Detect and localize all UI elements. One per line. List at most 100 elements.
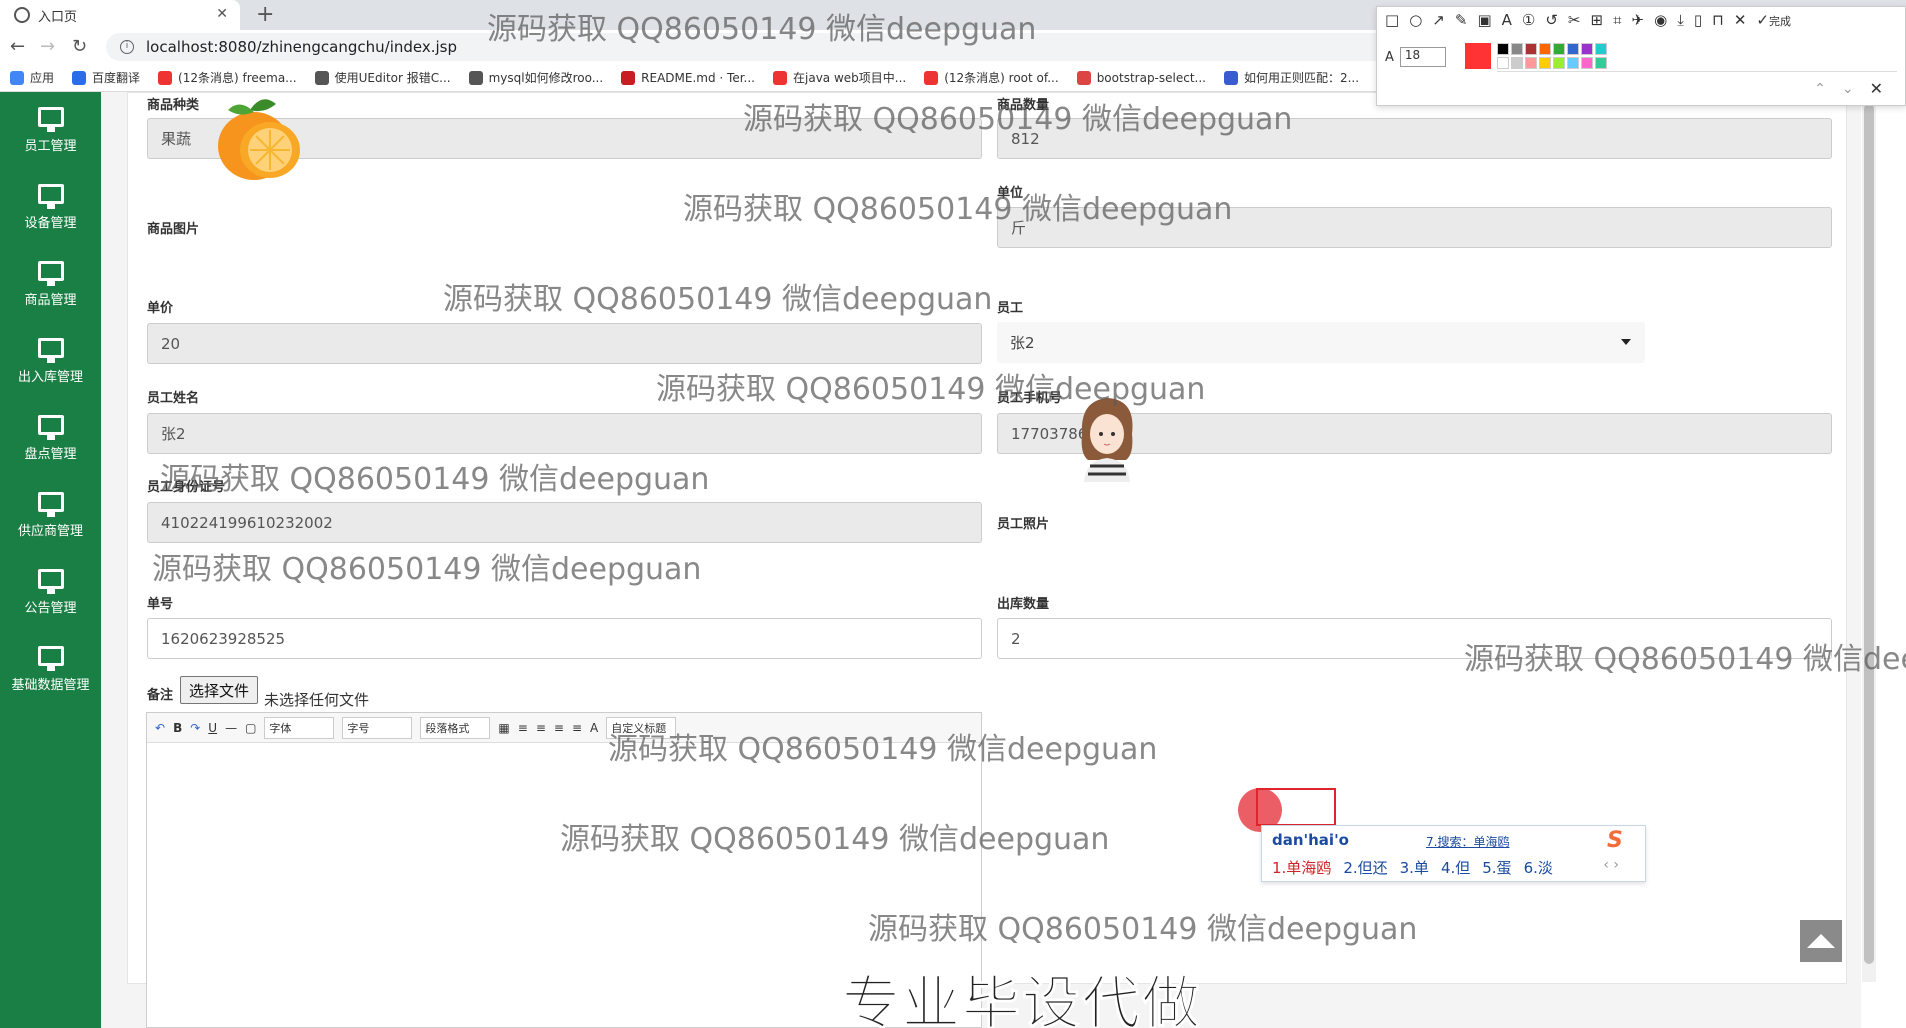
choose-file-button[interactable]: 选择文件 [180, 676, 259, 704]
page-icon[interactable]: ▢ [245, 721, 256, 735]
color-swatch[interactable] [1553, 43, 1565, 55]
text-tool-icon[interactable]: A [1502, 11, 1512, 29]
download-icon[interactable]: ⤓ [1677, 11, 1684, 29]
color-swatch[interactable] [1497, 43, 1509, 55]
sidebar-item[interactable]: 商品管理 [0, 246, 101, 323]
bookmark-item[interactable]: 使用UEditor 报错C... [314, 69, 451, 86]
monitor-icon [37, 492, 64, 517]
undo-icon[interactable]: ↶ [155, 721, 165, 735]
mosaic-icon[interactable]: ▣ [1477, 11, 1491, 29]
color-swatch[interactable] [1581, 43, 1593, 55]
bookmark-item[interactable]: (12条消息) freema... [158, 69, 297, 86]
color-swatch[interactable] [1595, 57, 1607, 69]
horizontal-rule-icon[interactable]: — [225, 721, 237, 735]
justify-icon[interactable]: ≡ [572, 721, 582, 735]
ocr-icon[interactable]: ⊞ [1591, 11, 1604, 29]
undo-annotation-icon[interactable]: ↺ [1545, 11, 1558, 29]
current-color-swatch[interactable] [1465, 43, 1491, 69]
align-center-icon[interactable]: ≡ [536, 721, 546, 735]
bookmark-item[interactable]: (12条消息) root of... [924, 69, 1059, 86]
ime-candidate[interactable]: 2.但还 [1343, 857, 1387, 878]
color-swatch[interactable] [1497, 57, 1509, 69]
crop-icon[interactable]: ⌗ [1613, 11, 1621, 29]
find-up-icon[interactable]: ⌃ [1814, 81, 1826, 97]
table-icon[interactable]: ▦ [498, 721, 509, 735]
sidebar-item[interactable]: 公告管理 [0, 554, 101, 631]
pin-icon[interactable]: ✂ [1568, 11, 1581, 29]
find-close-icon[interactable]: ✕ [1870, 79, 1883, 98]
order-no-field[interactable]: 1620623928525 [147, 618, 982, 659]
translate-icon[interactable]: ✈ [1632, 11, 1645, 29]
color-swatch[interactable] [1539, 43, 1551, 55]
sidebar-item[interactable]: 设备管理 [0, 169, 101, 246]
color-swatch[interactable] [1581, 57, 1593, 69]
color-swatch[interactable] [1595, 43, 1607, 55]
color-swatch[interactable] [1567, 57, 1579, 69]
color-swatch[interactable] [1511, 57, 1523, 69]
sidebar-item-label: 出入库管理 [17, 370, 83, 385]
bookmark-item[interactable]: README.md · Ter... [621, 70, 755, 85]
ime-candidate[interactable]: 6.淡 [1524, 857, 1553, 878]
done-button[interactable]: ✓完成 [1756, 11, 1791, 29]
ime-candidate[interactable]: 3.单 [1400, 857, 1429, 878]
font-color-icon[interactable]: A [590, 721, 598, 735]
find-down-icon[interactable]: ⌄ [1842, 81, 1854, 97]
ellipse-icon[interactable]: ○ [1409, 11, 1422, 29]
align-left-icon[interactable]: ≡ [518, 721, 528, 735]
bookmark-item[interactable]: bootstrap-select... [1076, 70, 1206, 85]
phone-icon[interactable]: ▯ [1694, 11, 1702, 29]
paragraph-select[interactable]: 段落格式 [420, 716, 491, 739]
back-to-top-button[interactable] [1800, 920, 1842, 962]
color-swatch[interactable] [1525, 43, 1537, 55]
pen-icon[interactable]: ✎ [1455, 11, 1468, 29]
bookmark-icon[interactable]: ⊓ [1712, 11, 1724, 29]
scrollbar[interactable] [1862, 92, 1876, 982]
emp-id-field[interactable]: 410224199610232002 [147, 502, 982, 543]
rectangle-icon[interactable]: □ [1385, 11, 1399, 29]
bookmark-item[interactable]: mysql如何修改roo... [468, 69, 603, 86]
sidebar-item[interactable]: 供应商管理 [0, 477, 101, 554]
color-swatch[interactable] [1567, 43, 1579, 55]
cancel-icon[interactable]: ✕ [1734, 11, 1747, 29]
color-swatch[interactable] [1511, 43, 1523, 55]
emp-name-field[interactable]: 张2 [147, 413, 982, 454]
forward-icon[interactable]: → [40, 36, 55, 57]
ime-candidate[interactable]: 5.蛋 [1482, 857, 1511, 878]
browser-tab[interactable]: 入口页 ✕ [0, 0, 240, 30]
arrow-icon[interactable]: ↗ [1432, 11, 1445, 29]
back-icon[interactable]: ← [10, 36, 25, 57]
ime-page-arrows-icon[interactable]: ‹ › [1603, 857, 1619, 873]
color-swatch[interactable] [1525, 57, 1537, 69]
bookmark-item[interactable]: 如何用正则匹配：2... [1223, 69, 1359, 86]
bold-icon[interactable]: B [173, 721, 182, 735]
ime-candidate[interactable]: 4.但 [1441, 857, 1470, 878]
reload-icon[interactable]: ↻ [72, 36, 87, 57]
info-icon[interactable]: i [120, 40, 134, 54]
align-right-icon[interactable]: ≡ [554, 721, 564, 735]
record-icon[interactable]: ◉ [1654, 11, 1667, 29]
ime-search-link[interactable]: 7.搜索：单海鸥 [1426, 833, 1509, 850]
font-size-select[interactable]: 18 [1399, 47, 1446, 67]
underline-icon[interactable]: U [208, 721, 217, 735]
color-swatch[interactable] [1553, 57, 1565, 69]
ime-candidate[interactable]: 1.单海鸥 [1272, 857, 1331, 878]
new-tab-icon[interactable]: + [256, 2, 274, 27]
bookmark-label: 在java web项目中... [793, 71, 907, 85]
bookmark-item[interactable]: 在java web项目中... [773, 69, 906, 86]
marker-icon[interactable]: ① [1522, 11, 1535, 29]
sidebar-item[interactable]: 基础数据管理 [0, 631, 101, 708]
price-field[interactable]: 20 [147, 323, 982, 364]
tab-title: 入口页 [38, 9, 78, 25]
font-size-select[interactable]: 字号 [342, 716, 413, 739]
scrollbar-thumb[interactable] [1864, 104, 1874, 964]
sidebar-item[interactable]: 盘点管理 [0, 400, 101, 477]
employee-select[interactable]: 张2 [997, 322, 1645, 363]
sidebar-item[interactable]: 出入库管理 [0, 323, 101, 400]
sidebar-item[interactable]: 员工管理 [0, 92, 101, 169]
redo-icon[interactable]: ↷ [190, 721, 200, 735]
close-tab-icon[interactable]: ✕ [216, 6, 228, 22]
font-family-select[interactable]: 字体 [264, 716, 335, 739]
color-swatch[interactable] [1539, 57, 1551, 69]
bookmark-item[interactable]: 应用 [10, 69, 54, 86]
bookmark-item[interactable]: 百度翻译 [72, 69, 140, 86]
